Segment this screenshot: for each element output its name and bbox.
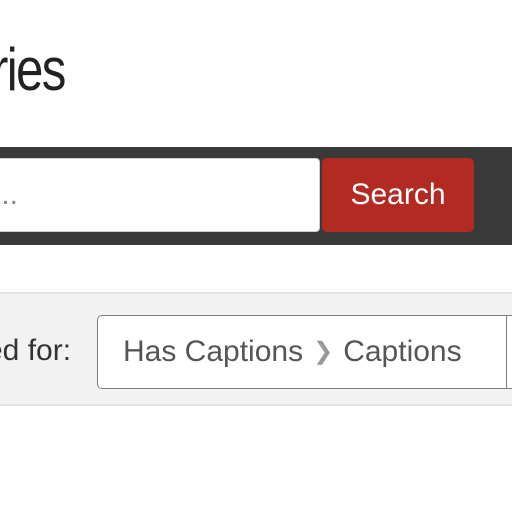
search-button[interactable]: Search (322, 158, 474, 232)
constraint-value: Captions (343, 335, 462, 368)
applied-filters-label: ed for: (0, 334, 72, 367)
filter-constraint[interactable]: Has Captions ❯ Captions (97, 315, 512, 389)
page: ries Search ed for: Has Captions ❯ Caption… (0, 0, 512, 512)
chevron-right-icon: ❯ (313, 338, 334, 365)
filter-constraint-text[interactable]: Has Captions ❯ Captions (123, 337, 462, 367)
constraint-field: Has Captions (123, 335, 304, 368)
constraint-divider (506, 316, 507, 388)
search-bar: Search (0, 147, 512, 245)
applied-filters-bar: ed for: Has Captions ❯ Captions (0, 292, 512, 406)
search-input[interactable] (0, 158, 320, 232)
page-title: ries (0, 36, 66, 103)
